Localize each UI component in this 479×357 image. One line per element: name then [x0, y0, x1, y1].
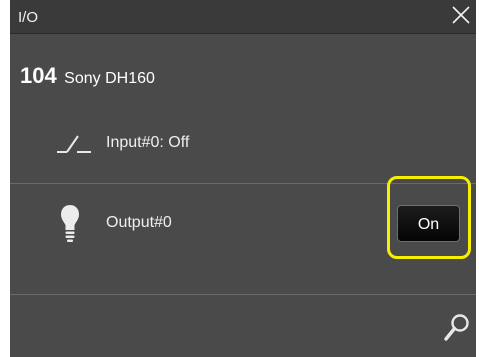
search-icon: [444, 314, 469, 341]
titlebar: I/O: [10, 0, 476, 34]
window-title: I/O: [18, 9, 39, 26]
io-panel: I/O 104 Sony DH160 Input#0: Off Output#0: [10, 0, 476, 357]
output-label: Output#0: [106, 214, 172, 231]
close-icon: [452, 6, 470, 24]
divider: [10, 294, 476, 295]
search-button[interactable]: [443, 313, 471, 343]
close-button[interactable]: [448, 2, 474, 28]
output-on-button[interactable]: On: [397, 205, 460, 242]
switch-off-icon: [57, 135, 91, 153]
device-id: 104: [20, 63, 57, 88]
device-name: Sony DH160: [64, 70, 155, 87]
light-bulb-icon: [61, 205, 79, 242]
input-status-label: Input#0: Off: [106, 134, 190, 151]
device-header: 104 Sony DH160: [20, 63, 155, 89]
